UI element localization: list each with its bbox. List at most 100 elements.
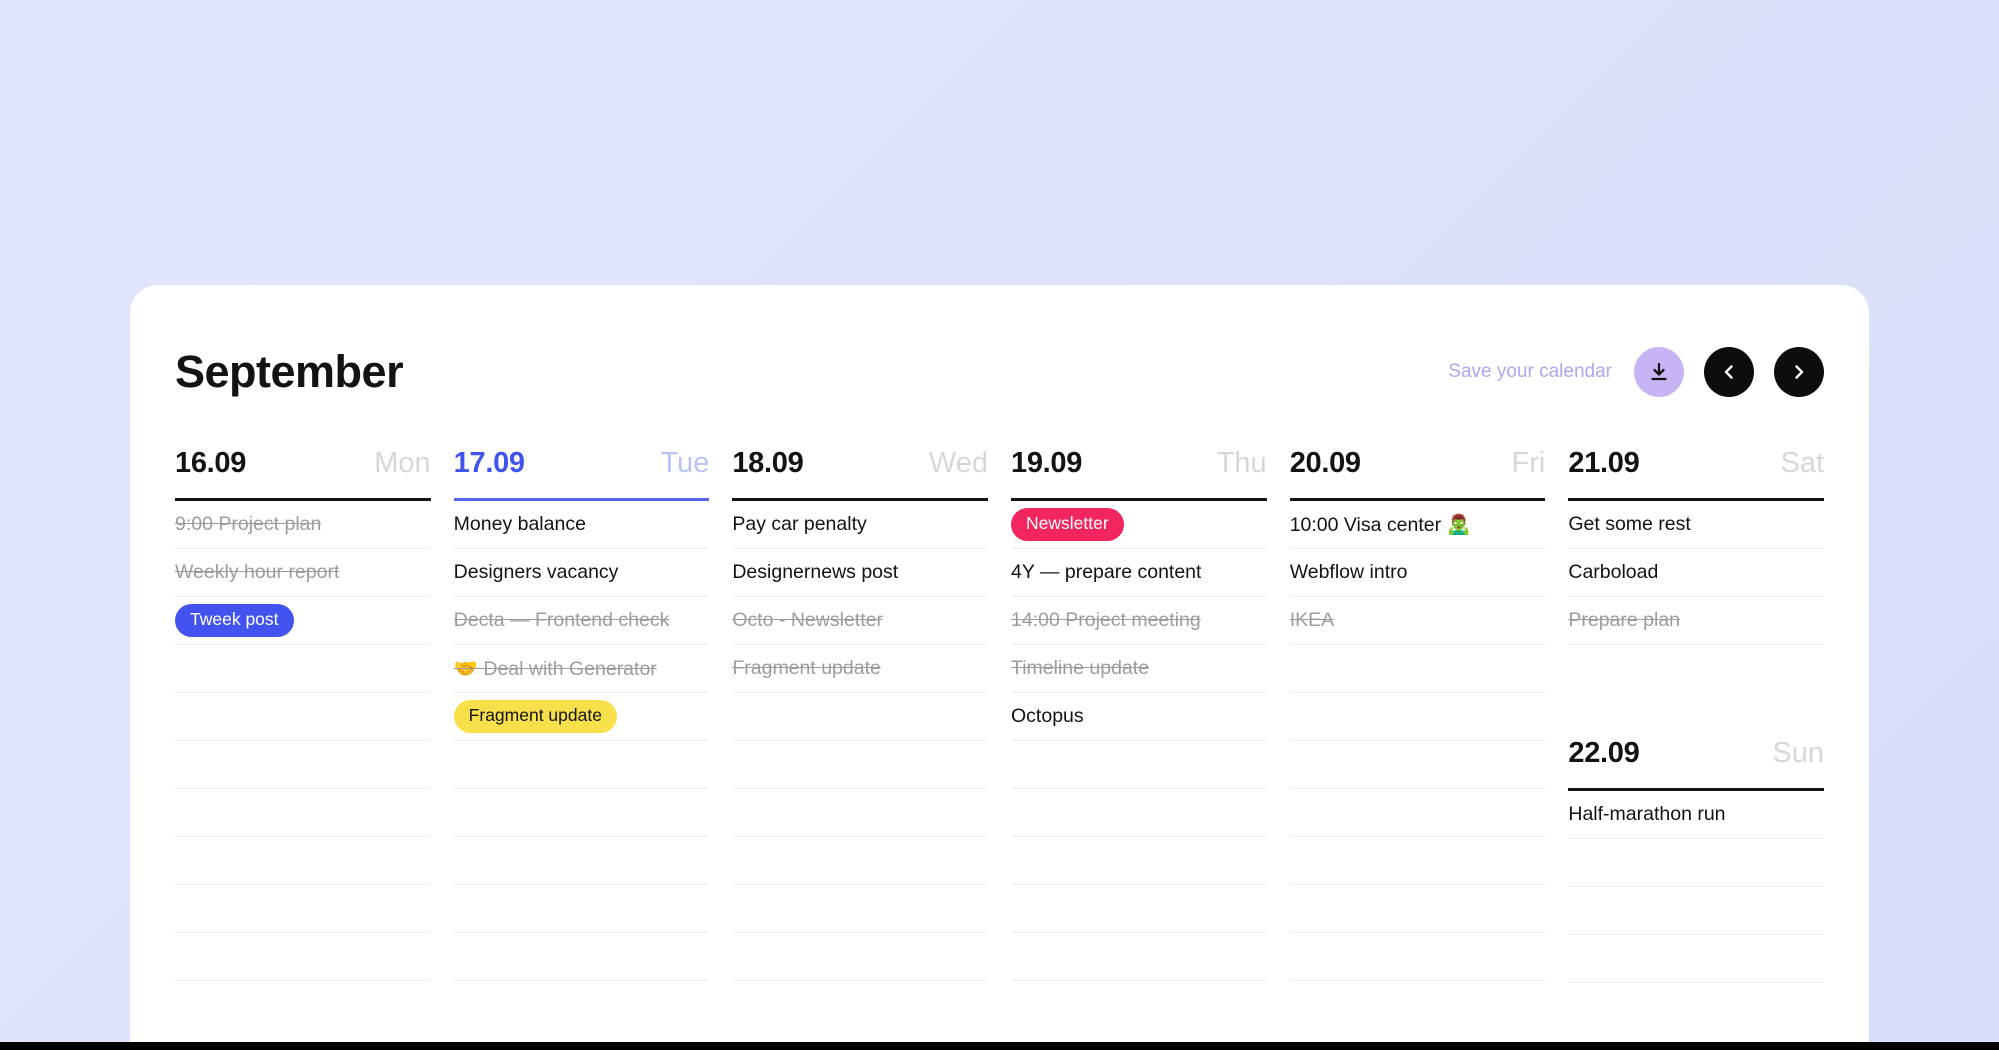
task-row[interactable]: IKEA: [1290, 597, 1546, 645]
task-row[interactable]: Prepare plan: [1568, 597, 1824, 645]
day-column-20.09: 20.09 Fri 10:00 Visa center 🧟‍♂️ Webflow in…: [1290, 447, 1546, 983]
day-column-21.09: 21.09Sat Get some rest Carboload Prepare pl…: [1568, 447, 1824, 983]
header-controls: Save your calendar: [1448, 347, 1824, 397]
task-row[interactable]: Octo - Newsletter: [732, 597, 988, 645]
task-label: Designers vacancy: [454, 561, 619, 584]
empty-row: [454, 837, 710, 885]
task-label: 9:00 Project plan: [175, 513, 321, 536]
task-label: Webflow intro: [1290, 561, 1408, 584]
empty-row: [732, 885, 988, 933]
empty-row: [1290, 789, 1546, 837]
day-date: 20.09: [1290, 447, 1361, 480]
task-row[interactable]: Carboload: [1568, 549, 1824, 597]
task-label: Fragment update: [732, 657, 881, 680]
task-label: Octo - Newsletter: [732, 609, 883, 632]
download-calendar-button[interactable]: [1634, 347, 1684, 397]
task-label: Designernews post: [732, 561, 898, 584]
task-row[interactable]: 🤝 Deal with Generator: [454, 645, 710, 693]
task-row[interactable]: Fragment update: [732, 645, 988, 693]
empty-row: [1011, 885, 1267, 933]
empty-row: [454, 789, 710, 837]
task-row[interactable]: 9:00 Project plan: [175, 501, 431, 549]
week-grid: 16.09Mon 9:00 Project plan Weekly hour rep…: [175, 447, 1824, 983]
task-label: Decta — Frontend check: [454, 609, 670, 632]
empty-row: [1568, 935, 1824, 983]
bottom-bar: [0, 1042, 1999, 1050]
task-row[interactable]: 10:00 Visa center 🧟‍♂️: [1290, 501, 1546, 549]
task-label: Half-marathon run: [1568, 803, 1725, 826]
page-title: September: [175, 347, 403, 397]
task-row[interactable]: 4Y — prepare content: [1011, 549, 1267, 597]
task-row[interactable]: Get some rest: [1568, 501, 1824, 549]
empty-row: [454, 933, 710, 981]
day-column-17.09: 17.09 Tue Money balance Designers vacancy De…: [454, 447, 710, 983]
task-row[interactable]: Tweek post: [175, 597, 431, 645]
day-date: 21.09: [1568, 447, 1639, 480]
save-calendar-label[interactable]: Save your calendar: [1448, 361, 1612, 383]
task-row[interactable]: 14:00 Project meeting: [1011, 597, 1267, 645]
day-weekday: Tue: [660, 447, 709, 480]
task-row[interactable]: Money balance: [454, 501, 710, 549]
empty-row: [175, 837, 431, 885]
task-row[interactable]: Designers vacancy: [454, 549, 710, 597]
empty-row: [1290, 885, 1546, 933]
day-weekday: Fri: [1512, 447, 1546, 480]
task-row[interactable]: Decta — Frontend check: [454, 597, 710, 645]
empty-row: [732, 741, 988, 789]
task-row[interactable]: Pay car penalty: [732, 501, 988, 549]
empty-row: [175, 645, 431, 693]
empty-row: [1568, 887, 1824, 935]
task-label: 🤝 Deal with Generator: [454, 657, 657, 681]
empty-row: [732, 837, 988, 885]
day-column-16.09: 16.09Mon 9:00 Project plan Weekly hour rep…: [175, 447, 431, 983]
empty-row: [1290, 837, 1546, 885]
empty-row: [1011, 741, 1267, 789]
task-row[interactable]: Fragment update: [454, 693, 710, 741]
task-label: IKEA: [1290, 609, 1334, 632]
day-weekday: Thu: [1217, 447, 1267, 480]
day-column-19.09: 19.09 Thu Newsletter 4Y — prepare content 14…: [1011, 447, 1267, 983]
prev-week-button[interactable]: [1704, 347, 1754, 397]
empty-row: [732, 933, 988, 981]
empty-row: [732, 693, 988, 741]
task-label: 4Y — prepare content: [1011, 561, 1201, 584]
task-label: Octopus: [1011, 705, 1084, 728]
day-date: 17.09: [454, 447, 525, 480]
empty-row: [175, 885, 431, 933]
task-row[interactable]: Newsletter: [1011, 501, 1267, 549]
day-header: 17.09 Tue: [454, 447, 710, 501]
empty-row: [175, 789, 431, 837]
next-week-button[interactable]: [1774, 347, 1824, 397]
download-icon: [1648, 361, 1670, 383]
task-row[interactable]: Designernews post: [732, 549, 988, 597]
task-pill: Fragment update: [454, 700, 617, 734]
task-label: Timeline update: [1011, 657, 1149, 680]
empty-row: [175, 741, 431, 789]
empty-row: [1290, 741, 1546, 789]
day-header: 22.09Sun: [1568, 737, 1824, 791]
day-header: 16.09Mon: [175, 447, 431, 501]
task-label: Weekly hour report: [175, 561, 339, 584]
day-date: 19.09: [1011, 447, 1082, 480]
calendar-header: September Save your calendar: [175, 347, 1824, 397]
empty-row: [1568, 839, 1824, 887]
task-label: Get some rest: [1568, 513, 1690, 536]
task-row[interactable]: Octopus: [1011, 693, 1267, 741]
calendar-card: September Save your calendar: [130, 285, 1869, 1050]
day-header: 18.09Wed: [732, 447, 988, 501]
empty-row: [1290, 933, 1546, 981]
task-row[interactable]: Weekly hour report: [175, 549, 431, 597]
day-header: 21.09Sat: [1568, 447, 1824, 501]
task-pill: Tweek post: [175, 604, 294, 638]
task-row[interactable]: Webflow intro: [1290, 549, 1546, 597]
empty-row: [1011, 933, 1267, 981]
day-date: 16.09: [175, 447, 246, 480]
day-date: 22.09: [1568, 737, 1639, 770]
task-label: Prepare plan: [1568, 609, 1680, 632]
empty-row: [1011, 789, 1267, 837]
task-label: Money balance: [454, 513, 586, 536]
task-label: 14:00 Project meeting: [1011, 609, 1201, 632]
task-pill: Newsletter: [1011, 508, 1124, 542]
task-row[interactable]: Half-marathon run: [1568, 791, 1824, 839]
task-row[interactable]: Timeline update: [1011, 645, 1267, 693]
